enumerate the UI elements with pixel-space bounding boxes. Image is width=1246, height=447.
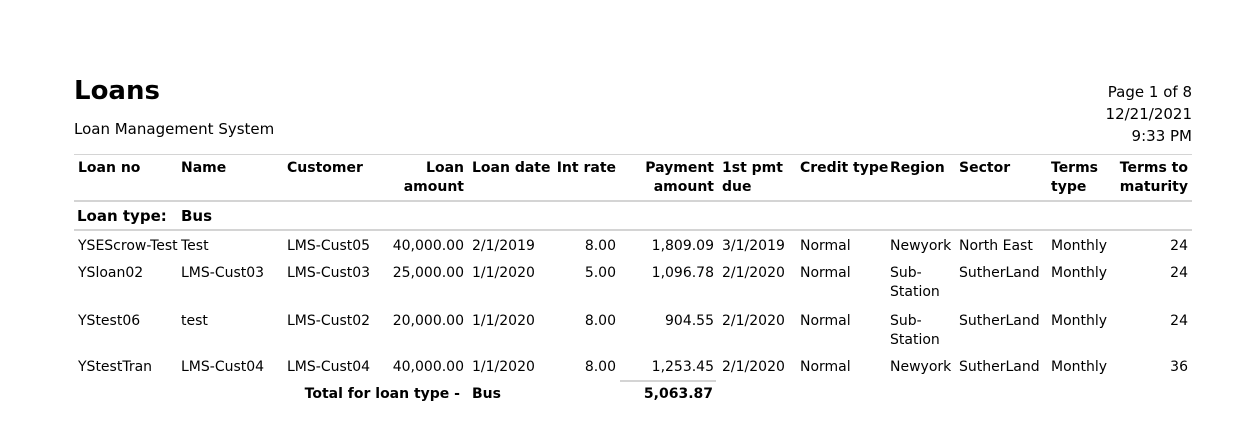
page-label: Page: [1107, 83, 1145, 101]
page-current: 1: [1148, 83, 1159, 101]
cell-customer: LMS-Cust04: [287, 359, 371, 375]
cell-customer: LMS-Cust03: [287, 265, 371, 281]
cell-loan-no: YStest06: [78, 313, 141, 329]
page-indicator: Page 1 of 8: [1106, 81, 1192, 103]
total-label: Total for loan type -: [304, 386, 460, 402]
cell-loan-amount: 40,000.00: [392, 238, 464, 254]
group-rule: [74, 229, 1192, 231]
col-header-customer: Customer: [287, 160, 363, 176]
header-bottom-rule: [74, 200, 1192, 202]
cell-region: Newyork: [890, 359, 952, 375]
cell-credit-type: Normal: [800, 359, 851, 375]
cell-terms-type: Monthly: [1051, 313, 1108, 329]
cell-first-pmt-due: 3/1/2019: [722, 238, 785, 254]
total-payment-amount: 5,063.87: [643, 386, 713, 402]
cell-credit-type: Normal: [800, 265, 851, 281]
cell-terms-to-maturity: 24: [1170, 265, 1188, 281]
report-subtitle: Loan Management System: [74, 120, 275, 138]
col-header-sector: Sector: [959, 160, 1011, 176]
cell-name: LMS-Cust04: [181, 359, 265, 375]
cell-loan-no: YSloan02: [78, 265, 144, 281]
cell-loan-amount: 40,000.00: [392, 359, 464, 375]
cell-first-pmt-due: 2/1/2020: [722, 265, 785, 281]
cell-loan-no: YStestTran: [78, 359, 153, 375]
group-value: Bus: [181, 207, 213, 225]
col-header-region: Region: [890, 160, 945, 176]
page-total: 8: [1182, 83, 1192, 101]
col-header-int-rate: Int rate: [556, 160, 616, 176]
col-header-terms-type: Terms type: [1051, 160, 1099, 195]
cell-credit-type: Normal: [800, 238, 851, 254]
cell-payment-amount: 1,096.78: [651, 265, 714, 281]
cell-payment-amount: 1,253.45: [651, 359, 714, 375]
cell-region: Newyork: [890, 238, 952, 254]
cell-loan-date: 2/1/2019: [472, 238, 535, 254]
cell-int-rate: 8.00: [584, 238, 616, 254]
total-rule: [620, 380, 716, 382]
col-header-loan-amount: Loan amount: [403, 160, 464, 195]
report-time: 9:33 PM: [1131, 127, 1192, 145]
cell-sector: SutherLand: [959, 359, 1040, 375]
cell-first-pmt-due: 2/1/2020: [722, 313, 785, 329]
total-loan-type: Bus: [472, 386, 501, 402]
cell-terms-type: Monthly: [1051, 359, 1108, 375]
report-meta: Page 1 of 8 12/21/2021 9:33 PM: [1106, 81, 1192, 147]
cell-credit-type: Normal: [800, 313, 851, 329]
cell-loan-amount: 20,000.00: [392, 313, 464, 329]
cell-sector: SutherLand: [959, 313, 1040, 329]
cell-sector: SutherLand: [959, 265, 1040, 281]
cell-name: Test: [181, 238, 209, 254]
col-header-terms-to-maturity: Terms to maturity: [1119, 160, 1188, 195]
cell-name: LMS-Cust03: [181, 265, 265, 281]
cell-customer: LMS-Cust05: [287, 238, 371, 254]
cell-loan-date: 1/1/2020: [472, 359, 535, 375]
cell-terms-to-maturity: 24: [1170, 313, 1188, 329]
cell-terms-to-maturity: 36: [1170, 359, 1188, 375]
cell-int-rate: 5.00: [584, 265, 616, 281]
cell-payment-amount: 904.55: [665, 313, 714, 329]
cell-int-rate: 8.00: [584, 313, 616, 329]
cell-loan-date: 1/1/2020: [472, 265, 535, 281]
col-header-loan-date: Loan date: [472, 160, 551, 176]
cell-terms-type: Monthly: [1051, 265, 1108, 281]
cell-name: test: [181, 313, 208, 329]
col-header-credit-type: Credit type: [800, 160, 889, 176]
report-date: 12/21/2021: [1105, 105, 1192, 123]
cell-int-rate: 8.00: [584, 359, 616, 375]
cell-first-pmt-due: 2/1/2020: [722, 359, 785, 375]
col-header-name: Name: [181, 160, 227, 176]
cell-payment-amount: 1,809.09: [651, 238, 714, 254]
cell-region: Sub- Station: [890, 265, 940, 300]
cell-region: Sub- Station: [890, 313, 940, 348]
cell-loan-no: YSEScrow-Test: [78, 238, 178, 254]
report-title: Loans: [74, 76, 160, 106]
col-header-loan-no: Loan no: [78, 160, 141, 176]
cell-terms-to-maturity: 24: [1170, 238, 1188, 254]
cell-loan-date: 1/1/2020: [472, 313, 535, 329]
cell-terms-type: Monthly: [1051, 238, 1108, 254]
cell-customer: LMS-Cust02: [287, 313, 371, 329]
loans-report: Loans Loan Management System Page 1 of 8…: [0, 0, 1246, 447]
cell-loan-amount: 25,000.00: [392, 265, 464, 281]
cell-sector: North East: [959, 238, 1033, 254]
col-header-first-pmt-due: 1st pmt due: [722, 160, 783, 195]
group-label: Loan type:: [77, 207, 167, 225]
header-top-rule: [74, 154, 1192, 155]
col-header-payment-amount: Payment amount: [645, 160, 714, 195]
page-of: of: [1163, 83, 1178, 101]
